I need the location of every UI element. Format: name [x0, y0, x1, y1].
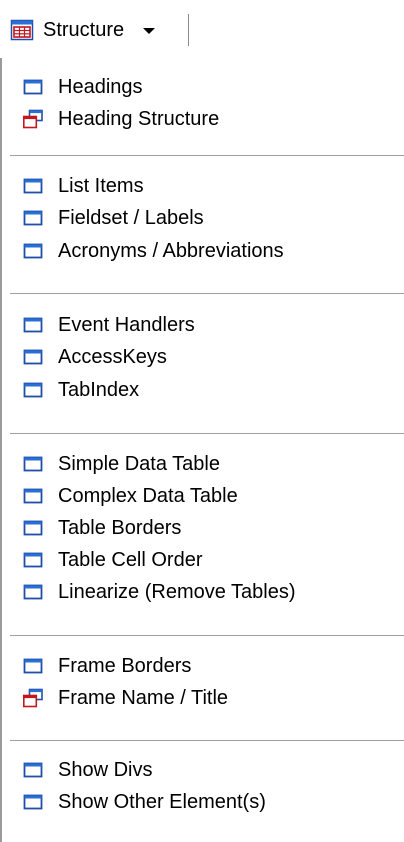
menu-item-show-divs[interactable]: Show Divs: [12, 755, 402, 785]
window-icon: [22, 346, 44, 368]
menu-item-label: Acronyms / Abbreviations: [58, 239, 284, 262]
structure-menu-label: Structure: [43, 18, 125, 41]
menu-item-label: Headings: [58, 75, 143, 98]
menu-left-border: [0, 58, 2, 842]
menu-item-label: Show Divs: [58, 758, 153, 781]
window-icon: [22, 453, 44, 475]
menu-item-show-other-element-s[interactable]: Show Other Element(s): [12, 787, 402, 817]
menu-separator: [10, 433, 404, 435]
menu-separator: [10, 740, 404, 742]
menu-item-label: Show Other Element(s): [58, 790, 266, 813]
menu-item-label: Frame Borders: [58, 654, 192, 677]
menu-item-label: Simple Data Table: [58, 452, 220, 475]
window-icon: [22, 76, 44, 98]
menu-item-label: TabIndex: [58, 378, 140, 401]
menu-separator: [10, 155, 404, 157]
menu-item-frame-name-title[interactable]: Frame Name / Title: [12, 683, 402, 713]
window-icon: [22, 517, 44, 539]
dropdown-caret-icon: [143, 28, 156, 34]
menu-item-label: Event Handlers: [58, 313, 195, 336]
window-icon: [22, 314, 44, 336]
menu-item-label: AccessKeys: [58, 345, 167, 368]
menu-item-tabindex[interactable]: TabIndex: [12, 375, 402, 405]
window-icon: [22, 759, 44, 781]
toolbar-separator: [188, 14, 189, 46]
window-icon: [22, 175, 44, 197]
menu-item-label: Frame Name / Title: [58, 686, 229, 709]
menu-item-headings[interactable]: Headings: [12, 72, 402, 102]
structure-menu-button[interactable]: Structure: [6, 12, 163, 48]
window-icon: [22, 240, 44, 262]
window-icon: [22, 549, 44, 571]
menu-item-acronyms-abbreviations[interactable]: Acronyms / Abbreviations: [12, 236, 402, 266]
structure-dropdown-menu: Headings Heading Structure List Items Field…: [0, 58, 404, 842]
new-window-icon: [22, 108, 44, 130]
menu-item-linearize-remove-tables[interactable]: Linearize (Remove Tables): [12, 577, 402, 607]
window-icon: [22, 791, 44, 813]
menu-item-list-items[interactable]: List Items: [12, 171, 402, 201]
toolbar: Structure: [0, 0, 404, 58]
new-window-icon: [22, 687, 44, 709]
menu-separator: [10, 293, 404, 295]
menu-item-label: Fieldset / Labels: [58, 206, 204, 229]
menu-item-simple-data-table[interactable]: Simple Data Table: [12, 449, 402, 479]
menu-item-label: Complex Data Table: [58, 484, 238, 507]
menu-item-table-cell-order[interactable]: Table Cell Order: [12, 545, 402, 575]
window-icon: [22, 379, 44, 401]
menu-item-heading-structure[interactable]: Heading Structure: [12, 104, 402, 134]
menu-item-accesskeys[interactable]: AccessKeys: [12, 342, 402, 372]
menu-item-label: Linearize (Remove Tables): [58, 580, 296, 603]
menu-item-label: Heading Structure: [58, 107, 220, 130]
menu-item-label: List Items: [58, 174, 144, 197]
window-icon: [22, 655, 44, 677]
structure-window-icon: [10, 18, 34, 42]
menu-item-table-borders[interactable]: Table Borders: [12, 513, 402, 543]
menu-item-label: Table Cell Order: [58, 548, 203, 571]
menu-item-label: Table Borders: [58, 516, 182, 539]
menu-item-complex-data-table[interactable]: Complex Data Table: [12, 481, 402, 511]
window-icon: [22, 207, 44, 229]
menu-item-frame-borders[interactable]: Frame Borders: [12, 651, 402, 681]
menu-item-event-handlers[interactable]: Event Handlers: [12, 310, 402, 340]
window-icon: [22, 581, 44, 603]
window-icon: [22, 485, 44, 507]
menu-item-fieldset-labels[interactable]: Fieldset / Labels: [12, 203, 402, 233]
menu-separator: [10, 635, 404, 637]
